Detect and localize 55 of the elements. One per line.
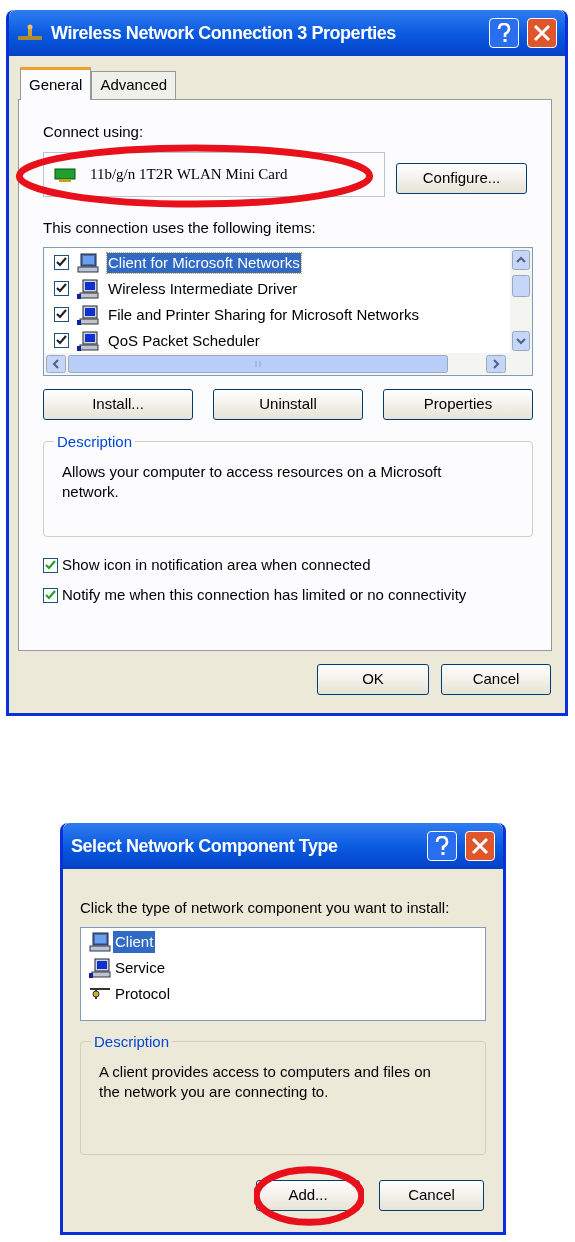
checkbox[interactable] (43, 557, 58, 573)
tab[interactable]: Advanced (91, 71, 177, 99)
list-item[interactable]: Protocol (113, 983, 173, 1005)
window-title: Wireless Network Connection 3 Properties (51, 21, 397, 45)
window-title: Select Network Component Type (71, 834, 339, 858)
computer-icon (77, 252, 99, 273)
scroll-left-icon (46, 355, 66, 373)
computer-icon (77, 330, 99, 351)
description-text: A client provides access to computers and files on the network you are connecting to. (99, 1062, 432, 1102)
computer-icon (89, 958, 111, 978)
scroll-up-icon (512, 250, 530, 270)
computer-icon (89, 932, 111, 952)
help-button[interactable] (427, 831, 457, 861)
dialog-button[interactable]: Uninstall (213, 389, 363, 420)
help-button[interactable] (489, 18, 519, 48)
device-name: 11b/g/n 1T2R WLAN Mini Card (90, 165, 288, 185)
close-button[interactable] (465, 831, 495, 861)
computer-icon (77, 278, 99, 299)
dialog-button[interactable]: OK (317, 664, 429, 695)
scroll-thumb[interactable] (512, 274, 530, 297)
close-icon (533, 24, 551, 42)
connector-icon (89, 986, 111, 1002)
help-icon (435, 836, 449, 856)
list-item[interactable]: Service (113, 957, 168, 979)
dialog-button[interactable]: Properties (383, 389, 533, 420)
checkbox-label: Show icon in notification area when connected (62, 556, 371, 574)
scroll-thumb[interactable] (68, 355, 448, 373)
field-label: Connect using: (43, 123, 144, 141)
dialog-button[interactable]: Cancel (379, 1180, 484, 1211)
list-item[interactable]: File and Printer Sharing for Microsoft Networks (107, 304, 420, 325)
help-icon (497, 23, 511, 43)
checkbox[interactable] (54, 333, 69, 348)
scroll-right-icon (486, 355, 506, 373)
close-icon (471, 837, 489, 855)
computer-icon (77, 304, 99, 325)
network-card-icon (54, 166, 76, 183)
network-icon (17, 24, 43, 42)
checkbox[interactable] (54, 307, 69, 322)
checkbox[interactable] (54, 281, 69, 296)
dialog-button[interactable]: Install... (43, 389, 193, 420)
dialog-button[interactable]: Cancel (441, 664, 551, 695)
list-item[interactable]: Wireless Intermediate Driver (107, 278, 299, 299)
list-label: This connection uses the following items: (43, 219, 317, 237)
description-text: Allows your computer to access resources on a Microsoft network. (62, 462, 443, 502)
checkbox-label: Notify me when this connection has limited or no connectivity (62, 586, 467, 604)
list-item[interactable]: QoS Packet Scheduler (107, 330, 261, 351)
list-item[interactable]: Client (113, 931, 156, 953)
list-item[interactable]: Client for Microsoft Networks (107, 252, 301, 273)
checkbox[interactable] (43, 587, 58, 603)
scroll-down-icon (512, 331, 530, 351)
prompt-text: Click the type of network component you want to install: (80, 899, 451, 917)
dialog-button[interactable]: Configure... (396, 163, 527, 194)
tab[interactable]: General (20, 67, 92, 100)
close-button[interactable] (527, 18, 557, 48)
checkbox[interactable] (54, 255, 69, 270)
